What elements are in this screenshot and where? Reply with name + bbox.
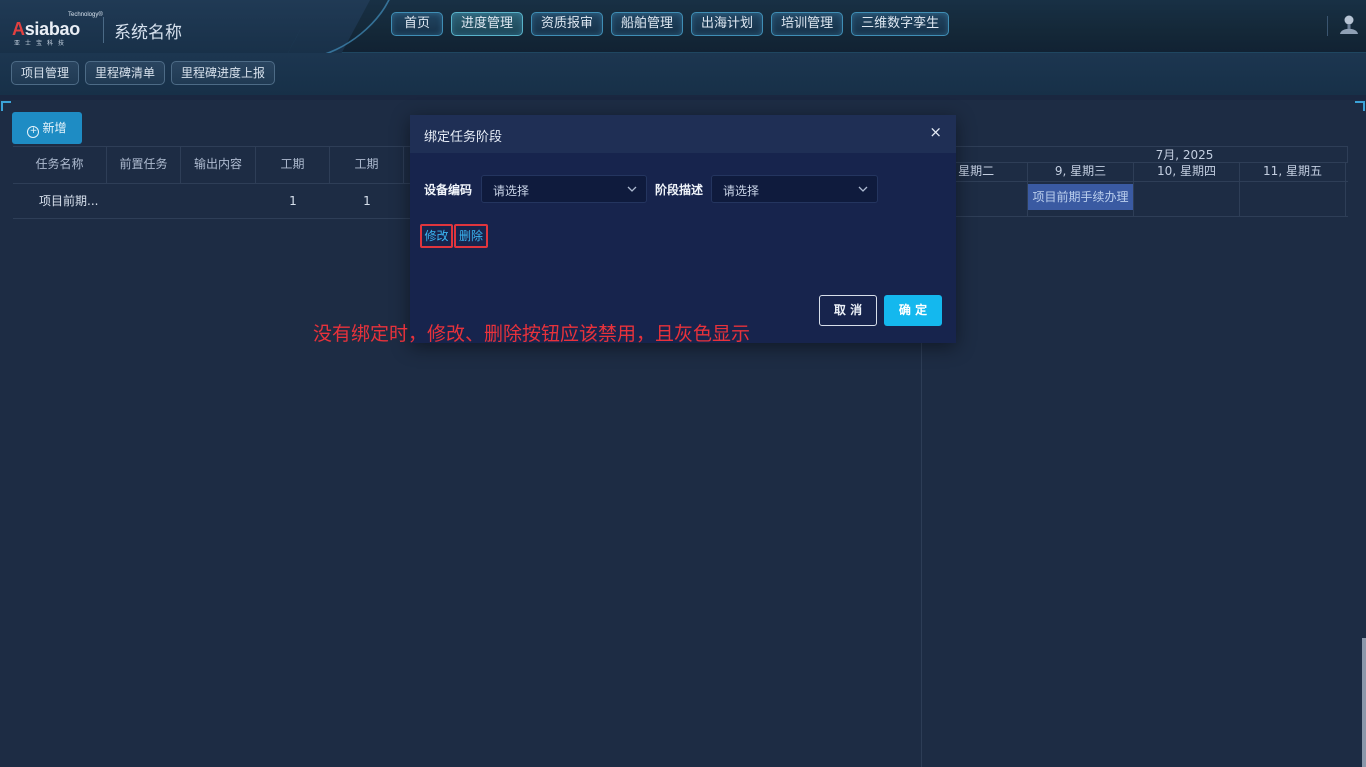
gantt-cell-1: 项目前期手续办理	[1028, 182, 1134, 216]
gantt-day-2: 10, 星期四	[1134, 163, 1240, 181]
cell-predecessor	[107, 184, 181, 218]
nav-qualification-review[interactable]: 资质报审	[531, 12, 604, 36]
add-button-label: 新增	[42, 121, 67, 135]
cell-output	[181, 184, 256, 218]
nav-training-management[interactable]: 培训管理	[771, 12, 844, 36]
device-code-select[interactable]: 请选择	[481, 175, 647, 203]
subnav-milestone-report[interactable]: 里程碑进度上报	[171, 61, 276, 85]
nav-home[interactable]: 首页	[391, 12, 443, 36]
annotation-note: 没有绑定时，修改、删除按钮应该禁用，且灰色显示	[313, 323, 751, 345]
subnav-project-management[interactable]: 项目管理	[11, 61, 80, 85]
nav-digital-twin[interactable]: 三维数字孪生	[851, 12, 950, 36]
corner-decoration-top-left	[1, 101, 11, 111]
device-code-placeholder: 请选择	[493, 184, 530, 198]
logo-main-text: Asiabao	[12, 19, 80, 39]
bind-task-stage-dialog: 绑定任务阶段 × 设备编码 请选择 阶段描述 请选择 修改 删除 取 消 确 定	[410, 115, 956, 343]
device-code-label: 设备编码	[424, 183, 473, 197]
gantt-chart: 7月, 2025 8, 星期二 9, 星期三 10, 星期四 11, 星期五 项…	[922, 146, 1348, 767]
column-header-duration[interactable]: 工期	[256, 147, 330, 183]
sub-nav: 项目管理 里程碑清单 里程碑进度上报	[0, 53, 1366, 95]
user-icon[interactable]	[1338, 13, 1360, 37]
edit-button[interactable]: 修改	[420, 224, 453, 248]
chevron-down-icon	[858, 186, 868, 192]
nav-ship-management[interactable]: 船舶管理	[611, 12, 684, 36]
page-scrollbar[interactable]	[1362, 638, 1366, 767]
corner-decoration-top-right	[1355, 101, 1365, 111]
dialog-header: 绑定任务阶段 ×	[410, 115, 956, 153]
top-header: Technology® Asiabao 亚士宝科技 系统名称 首页 进度管理 资…	[0, 0, 1366, 60]
column-header-task-name[interactable]: 任务名称	[13, 147, 107, 183]
company-logo: Technology® Asiabao 亚士宝科技	[12, 12, 103, 47]
stage-desc-placeholder: 请选择	[723, 184, 760, 198]
dialog-title: 绑定任务阶段	[424, 130, 503, 145]
logo-sub-text: 亚士宝科技	[14, 40, 70, 47]
cancel-button[interactable]: 取 消	[819, 295, 877, 326]
system-name: 系统名称	[114, 23, 182, 43]
delete-button[interactable]: 删除	[454, 224, 488, 248]
sub-nav-items: 项目管理 里程碑清单 里程碑进度上报	[11, 61, 276, 85]
gantt-cell-3	[1240, 182, 1346, 216]
main-nav: 首页 进度管理 资质报审 船舶管理 出海计划 培训管理 三维数字孪生	[391, 12, 950, 38]
brand-divider	[103, 17, 104, 43]
subnav-milestone-list[interactable]: 里程碑清单	[85, 61, 166, 85]
column-header-output[interactable]: 输出内容	[181, 147, 256, 183]
gantt-row: 项目前期手续办理	[922, 182, 1348, 217]
add-button[interactable]: + 新增	[12, 112, 82, 144]
stage-desc-select[interactable]: 请选择	[711, 175, 878, 203]
logo-tech-text: Technology®	[68, 12, 103, 18]
gantt-day-3: 11, 星期五	[1240, 163, 1346, 181]
gantt-task-bar[interactable]: 项目前期手续办理	[1028, 184, 1133, 210]
cell-duration-2: 1	[363, 194, 371, 208]
gantt-cell-2	[1134, 182, 1240, 216]
confirm-button[interactable]: 确 定	[884, 295, 942, 326]
column-header-predecessor[interactable]: 前置任务	[107, 147, 181, 183]
gantt-day-header: 8, 星期二 9, 星期三 10, 星期四 11, 星期五	[922, 163, 1348, 182]
nav-sea-plan[interactable]: 出海计划	[691, 12, 764, 36]
nav-progress-management[interactable]: 进度管理	[451, 12, 524, 36]
column-header-duration-2[interactable]: 工期	[330, 147, 404, 183]
stage-desc-label: 阶段描述	[655, 183, 704, 197]
cell-duration: 1	[289, 194, 297, 208]
close-icon[interactable]: ×	[929, 123, 942, 141]
plus-circle-icon: +	[27, 126, 40, 138]
gantt-day-1: 9, 星期三	[1028, 163, 1134, 181]
gantt-month-header: 7月, 2025	[922, 146, 1348, 163]
chevron-down-icon	[627, 186, 637, 192]
cell-task-name: 项目前期...	[39, 194, 99, 208]
header-divider	[1327, 16, 1328, 36]
